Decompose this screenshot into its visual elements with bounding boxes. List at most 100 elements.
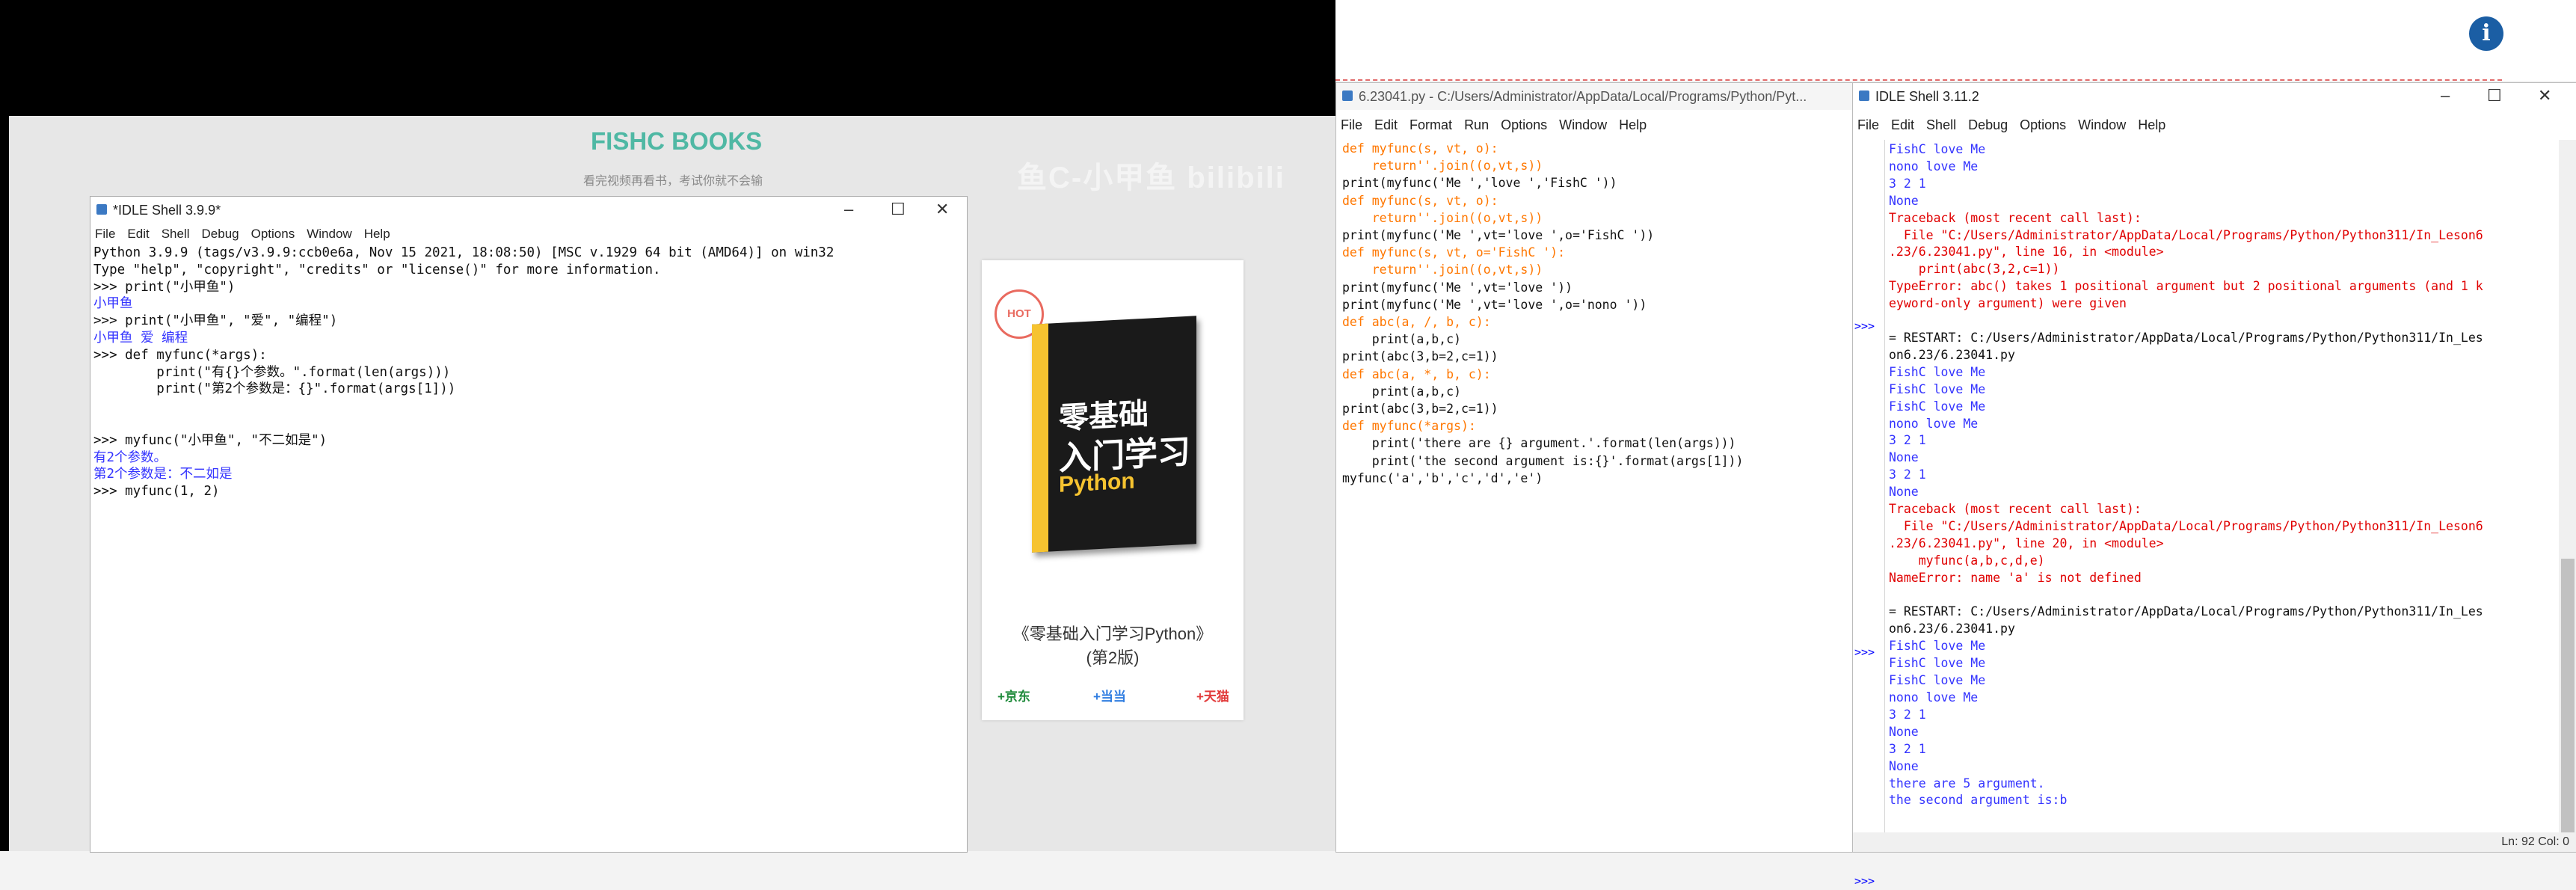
idle39-line: Python 3.9.9 (tags/v3.9.9:ccb0e6a, Nov 1… <box>93 245 834 260</box>
editor-menu-file[interactable]: File <box>1341 117 1362 133</box>
shell311-line: Traceback (most recent call last): <box>1889 502 2142 517</box>
idle39-line: 有2个参数。 <box>93 449 167 465</box>
shell311-line: TypeError: abc() takes 1 positional argu… <box>1889 279 2483 294</box>
close-icon[interactable]: ✕ <box>2538 86 2551 105</box>
editor-line: def abc(a, *, b, c): <box>1342 366 1491 381</box>
shell311-line: 3 2 1 <box>1889 176 1926 191</box>
shell311-menu-file[interactable]: File <box>1857 117 1879 133</box>
shell311-line: .23/6.23041.py", line 16, in <module> <box>1889 245 2164 260</box>
editor-line: def myfunc(s, vt, o): <box>1342 141 1498 156</box>
idle39-shell-text[interactable]: Python 3.9.9 (tags/v3.9.9:ccb0e6a, Nov 1… <box>90 245 967 500</box>
shell311-line: None <box>1889 758 1919 773</box>
shell311-line: FishC love Me <box>1889 142 1986 156</box>
editor-line: print(myfunc('Me ',vt='love ',o='FishC '… <box>1342 228 1655 243</box>
book-title-line1: 《零基础入门学习Python》 <box>1012 624 1213 643</box>
editor-titlebar[interactable]: 6.23041.py - C:/Users/Administrator/AppD… <box>1336 83 1852 110</box>
editor-line: return''.join((o,vt,s)) <box>1342 210 1543 225</box>
editor-line: print(myfunc('Me ',vt='love ')) <box>1342 280 1573 295</box>
vertical-scrollbar[interactable] <box>2559 140 2576 843</box>
idle39-line: >>> print("小甲鱼") <box>93 279 236 295</box>
shell311-line: None <box>1889 724 1919 739</box>
shell311-line: eyword-only argument) were given <box>1889 296 2127 311</box>
shell311-line: FishC love Me <box>1889 381 1986 396</box>
maximize-icon[interactable]: ☐ <box>2487 86 2502 105</box>
editor-line: def myfunc(*args): <box>1342 419 1476 434</box>
editor-code-text[interactable]: def myfunc(s, vt, o): return''.join((o,v… <box>1336 140 1852 487</box>
idle39-line: >>> myfunc(1, 2) <box>93 484 220 500</box>
editor-menu-edit[interactable]: Edit <box>1374 117 1398 133</box>
shell311-menu-edit[interactable]: Edit <box>1891 117 1914 133</box>
minimize-icon[interactable]: – <box>844 200 853 219</box>
editor-line: return''.join((o,vt,s)) <box>1342 159 1543 174</box>
editor-menu-format[interactable]: Format <box>1410 117 1452 133</box>
shell311-line: None <box>1889 485 1919 500</box>
idle39-line: Type "help", "copyright", "credits" or "… <box>93 262 661 277</box>
shell311-line: NameError: name 'a' is not defined <box>1889 570 2142 585</box>
shell311-menu-debug[interactable]: Debug <box>1968 117 2008 133</box>
editor-menu-help[interactable]: Help <box>1619 117 1647 133</box>
idle39-menu-help[interactable]: Help <box>364 227 390 242</box>
idle39-titlebar[interactable]: *IDLE Shell 3.9.9* – ☐ ✕ <box>90 197 967 224</box>
editor-line: def myfunc(s, vt, o='FishC '): <box>1342 245 1566 260</box>
shell311-line: 3 2 1 <box>1889 467 1926 482</box>
idle39-menu-debug[interactable]: Debug <box>202 227 239 242</box>
shop-link-dangdang[interactable]: +当当 <box>1093 686 1126 705</box>
shell311-menu-shell[interactable]: Shell <box>1926 117 1956 133</box>
slide-title: FISHC BOOKS <box>591 127 763 155</box>
minimize-icon[interactable]: – <box>2441 86 2450 105</box>
idle39-menu-window[interactable]: Window <box>307 227 351 242</box>
scrollbar-thumb[interactable] <box>2561 559 2575 843</box>
shell311-line: FishC love Me <box>1889 656 1986 671</box>
shell311-line: 3 2 1 <box>1889 707 1926 722</box>
idle39-menu-options[interactable]: Options <box>251 227 295 242</box>
idle39-menu-edit[interactable]: Edit <box>127 227 149 242</box>
shell311-line: on6.23/6.23041.py <box>1889 347 2015 362</box>
idle39-menu-file[interactable]: File <box>95 227 115 242</box>
info-icon[interactable]: i <box>2469 16 2503 51</box>
shell311-titlebar[interactable]: IDLE Shell 3.11.2 – ☐ ✕ <box>1853 83 2576 110</box>
editor-menu-run[interactable]: Run <box>1464 117 1489 133</box>
close-icon[interactable]: ✕ <box>935 200 949 219</box>
shell311-line: None <box>1889 193 1919 208</box>
shell311-output-text[interactable]: FishC love Me nono love Me 3 2 1 None Traceb… <box>1889 141 2483 809</box>
idle39-line: print("第2个参数是：{}".format(args[1])) <box>93 381 456 397</box>
shell311-menu-window[interactable]: Window <box>2078 117 2126 133</box>
idle39-line <box>93 398 967 415</box>
editor-window[interactable]: 6.23041.py - C:/Users/Administrator/AppD… <box>1335 82 1853 853</box>
idle39-line: 第2个参数是：不二如是 <box>93 467 233 482</box>
book-cover-line3: Python <box>1059 468 1135 497</box>
shell311-line: the second argument is:b <box>1889 793 2068 808</box>
editor-line: myfunc('a','b','c','d','e') <box>1342 470 1543 485</box>
shell311-line: FishC love Me <box>1889 399 1986 414</box>
maximize-icon[interactable]: ☐ <box>891 200 906 219</box>
idle39-line: >>> myfunc("小甲鱼", "不二如是") <box>93 432 328 448</box>
idle39-menu-shell[interactable]: Shell <box>162 227 190 242</box>
editor-line: def abc(a, /, b, c): <box>1342 315 1491 330</box>
shell311-window[interactable]: IDLE Shell 3.11.2 – ☐ ✕ File Edit Shell Deb… <box>1852 82 2576 888</box>
shell311-line: nono love Me <box>1889 416 1979 431</box>
shell311-line: None <box>1889 450 1919 465</box>
shell311-line: Traceback (most recent call last): <box>1889 210 2142 225</box>
shell311-menu-options[interactable]: Options <box>2020 117 2066 133</box>
shell311-menu-help[interactable]: Help <box>2138 117 2165 133</box>
shop-link-jd[interactable]: +京东 <box>997 686 1030 705</box>
shell311-line: .23/6.23041.py", line 20, in <module> <box>1889 535 2164 550</box>
shop-link-tmall[interactable]: +天猫 <box>1196 686 1229 705</box>
shell311-menubar: File Edit Shell Debug Options Window Help <box>1853 110 2576 140</box>
idle39-window[interactable]: *IDLE Shell 3.9.9* – ☐ ✕ File Edit Shell De… <box>90 196 968 853</box>
idle39-line: 小甲鱼 <box>93 296 133 312</box>
shell311-line: = RESTART: C:/Users/Administrator/AppDat… <box>1889 330 2483 345</box>
python-file-icon <box>1342 90 1353 101</box>
shell311-line: on6.23/6.23041.py <box>1889 622 2015 636</box>
idle39-line: >>> def myfunc(*args): <box>93 347 267 363</box>
cursor-position: Ln: 92 Col: 0 <box>2501 835 2569 848</box>
editor-line: return''.join((o,vt,s)) <box>1342 263 1543 277</box>
editor-menu-options[interactable]: Options <box>1501 117 1547 133</box>
shell-prompt: >>> <box>1854 319 1875 333</box>
python-icon <box>96 204 107 215</box>
bilibili-watermark: 鱼C-小甲鱼 bilibili <box>1017 162 1285 194</box>
shell311-line: 3 2 1 <box>1889 741 1926 756</box>
editor-menu-window[interactable]: Window <box>1559 117 1607 133</box>
desktop-top-area <box>1335 0 2576 81</box>
book-cover-image[interactable]: 零基础 入门学习 Python <box>1032 316 1196 553</box>
